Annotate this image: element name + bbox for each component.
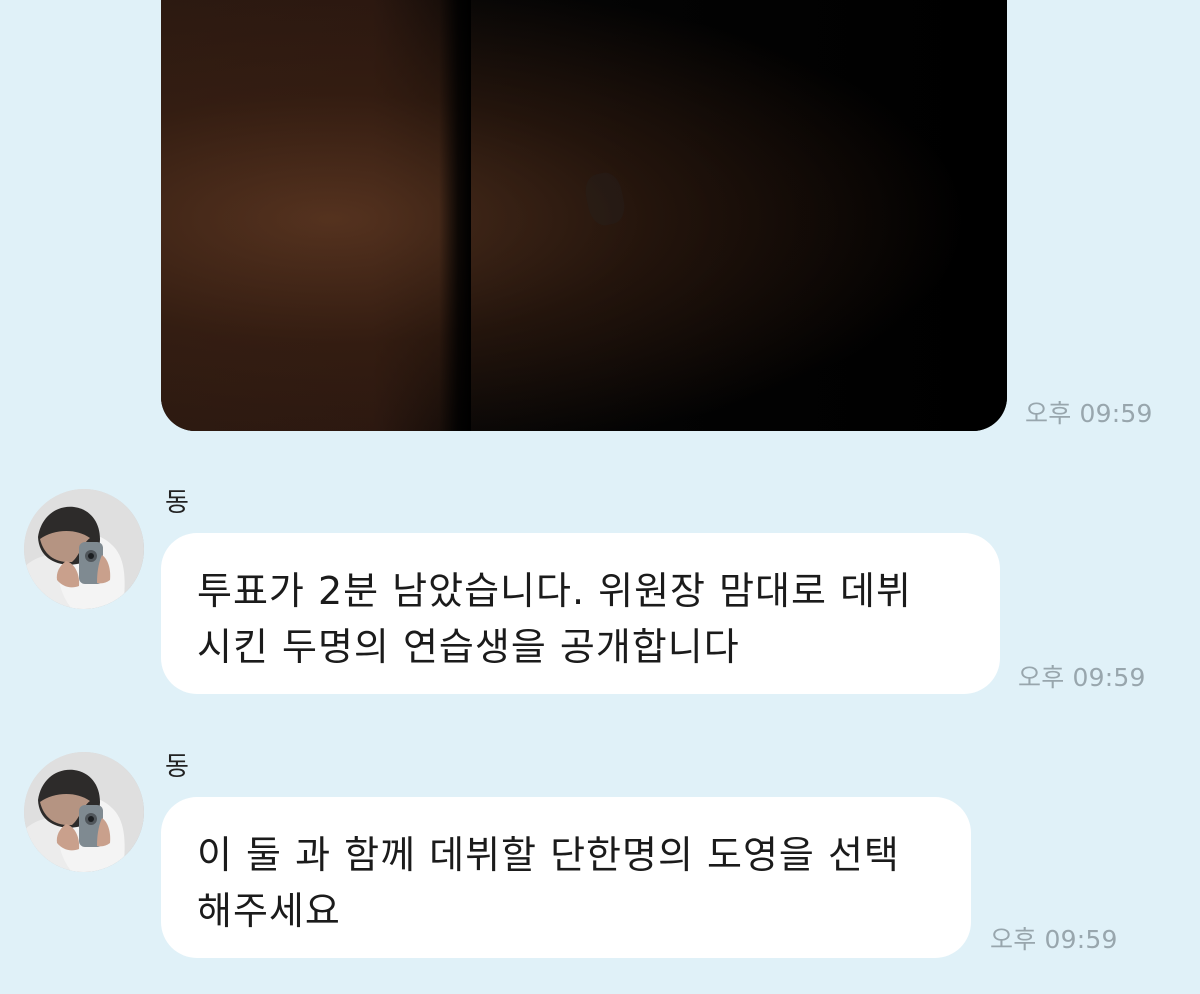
shared-photo (161, 0, 1007, 431)
message-bubble[interactable]: 이 둘 과 함께 데뷔할 단한명의 도영을 선택 해주세요 (161, 797, 971, 958)
avatar[interactable] (24, 752, 144, 872)
sender-name: 동 (165, 752, 189, 782)
message-time: 오후 09:59 (1018, 663, 1146, 692)
profile-photo-icon (24, 752, 144, 872)
message-bubble[interactable]: 투표가 2분 남았습니다. 위원장 맘대로 데뷔 시킨 두명의 연습생을 공개합… (161, 533, 1000, 694)
sender-name: 동 (165, 488, 189, 518)
profile-photo-icon (24, 489, 144, 609)
photo-message[interactable] (161, 0, 1007, 431)
avatar[interactable] (24, 489, 144, 609)
photo-message-time: 오후 09:59 (1025, 399, 1153, 428)
message-time: 오후 09:59 (990, 925, 1118, 954)
